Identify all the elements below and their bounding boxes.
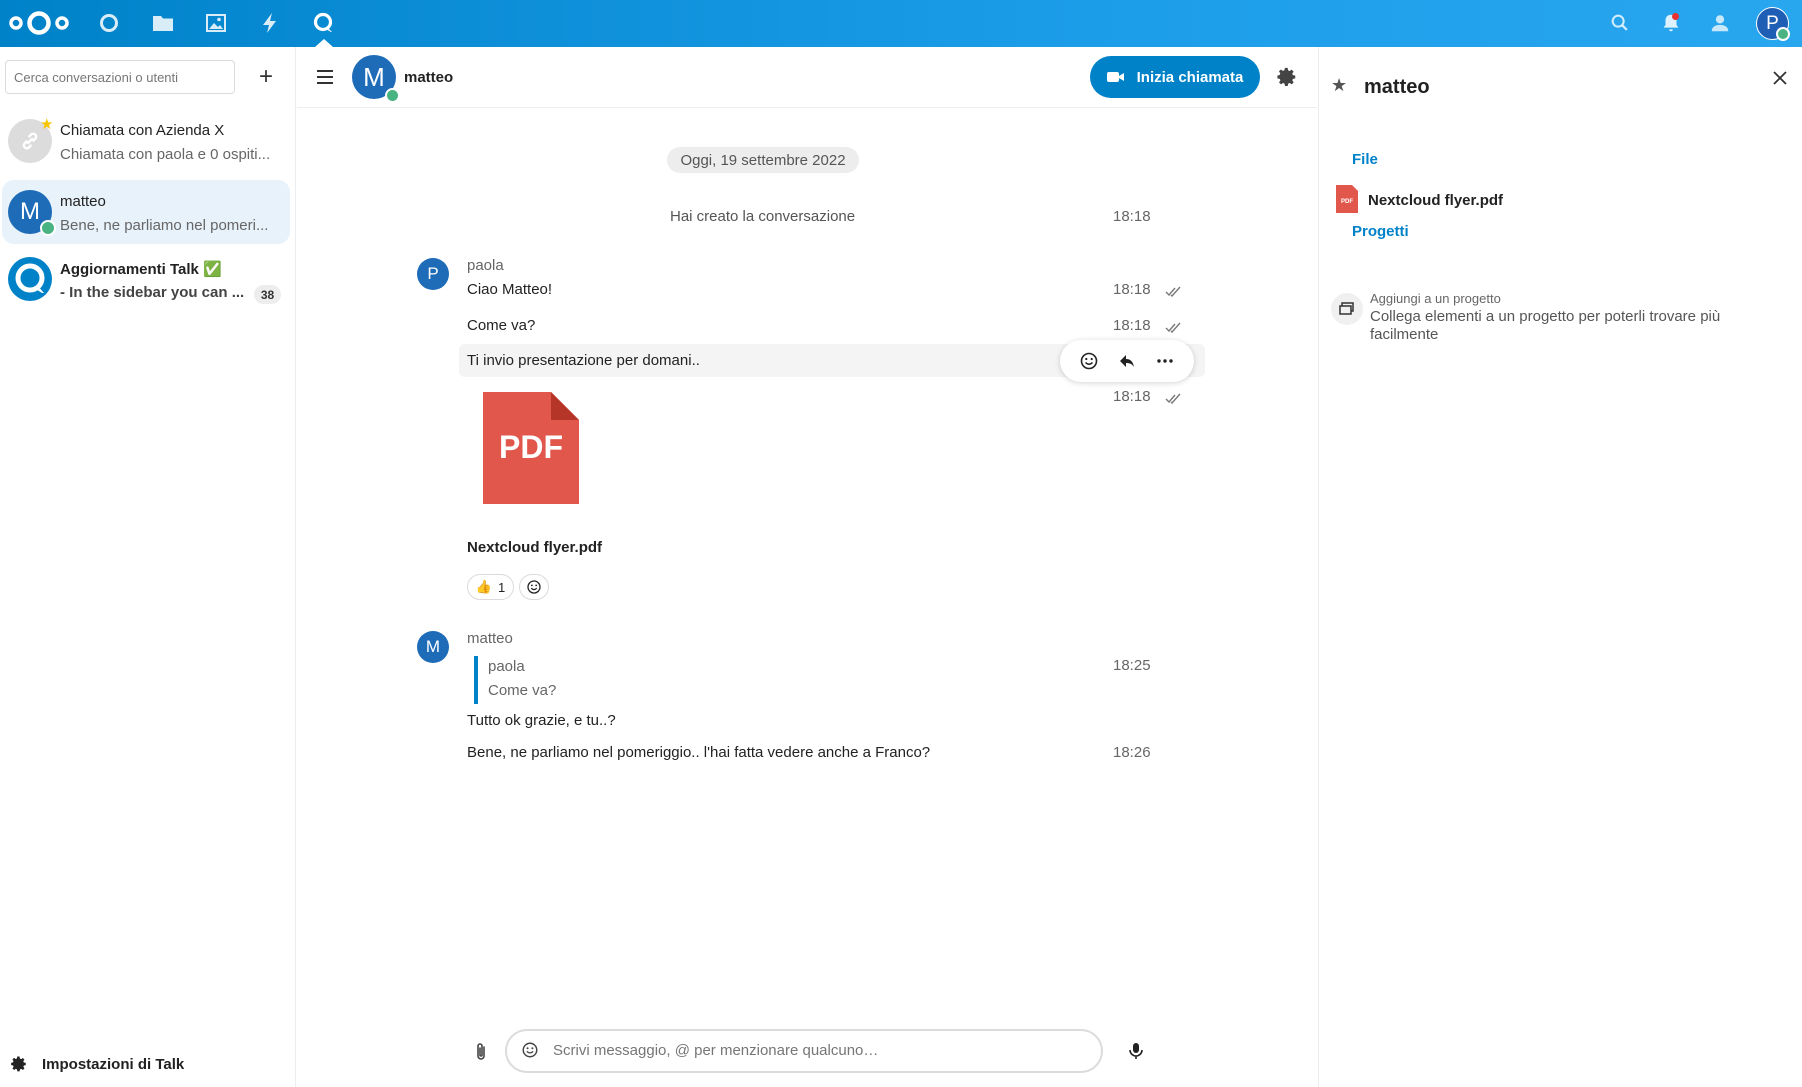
- conversation-preview: - In the sidebar you can ...: [60, 284, 245, 301]
- pdf-icon-label: PDF: [1341, 199, 1353, 205]
- pdf-file-preview[interactable]: PDF: [483, 392, 579, 504]
- top-header: P: [0, 0, 1802, 47]
- quoted-message[interactable]: paola Come va?: [474, 656, 774, 704]
- conversation-preview: Bene, ne parliamo nel pomeri...: [60, 217, 269, 234]
- message-time: 18:18: [1113, 281, 1151, 298]
- message-time: 18:18: [1113, 208, 1151, 225]
- search-conversations-input[interactable]: [5, 60, 235, 94]
- microphone-icon[interactable]: [1127, 1041, 1145, 1061]
- gear-icon: [11, 1056, 26, 1072]
- shared-file-name[interactable]: Nextcloud flyer.pdf: [1368, 192, 1503, 209]
- reaction-count: 1: [497, 579, 506, 595]
- online-status-dot: [385, 88, 400, 103]
- avatar[interactable]: M: [417, 631, 449, 663]
- chat-header: M matteo Inizia chiamata: [297, 47, 1317, 108]
- conversation-item-talk-updates[interactable]: Aggiornamenti Talk ✅ - In the sidebar yo…: [2, 247, 290, 311]
- attachment-file-name[interactable]: Nextcloud flyer.pdf: [467, 539, 602, 556]
- details-title: matteo: [1364, 76, 1430, 98]
- hamburger-menu-icon[interactable]: [315, 67, 335, 87]
- emoji-picker-icon[interactable]: [521, 1041, 539, 1059]
- video-camera-icon: [1106, 72, 1124, 82]
- message-author: paola: [467, 257, 504, 274]
- conversation-sidebar: + ★ Chiamata con Azienda X Chiamata con …: [0, 47, 296, 1087]
- notification-dot: [1672, 13, 1679, 20]
- conversation-settings-gear-icon[interactable]: [1276, 66, 1298, 88]
- conversation-title: matteo: [404, 69, 454, 86]
- project-icon[interactable]: [1331, 293, 1363, 325]
- nextcloud-logo-icon[interactable]: [8, 8, 70, 38]
- contacts-icon[interactable]: [1709, 12, 1731, 34]
- message-input[interactable]: Scrivi messaggio, @ per menzionare qualc…: [505, 1029, 1103, 1073]
- conversation-name: Aggiornamenti Talk ✅: [60, 261, 222, 278]
- quote-text: Come va?: [488, 682, 557, 699]
- talk-avatar: [8, 257, 52, 301]
- photos-icon[interactable]: [204, 11, 228, 35]
- details-sidebar: ★ matteo File PDF Nextcloud flyer.pdf Pr…: [1318, 47, 1802, 1087]
- read-checkmark-icon: [1165, 286, 1181, 298]
- files-icon[interactable]: [151, 11, 175, 35]
- link-icon: [22, 132, 38, 150]
- favorite-star-icon: ★: [40, 116, 54, 133]
- close-icon[interactable]: [1769, 67, 1791, 89]
- message-time: 18:25: [1113, 657, 1151, 674]
- new-conversation-button[interactable]: +: [251, 62, 281, 92]
- more-options-icon[interactable]: [1155, 351, 1175, 371]
- read-checkmark-icon: [1165, 322, 1181, 334]
- add-to-project-label[interactable]: Aggiungi a un progetto: [1370, 291, 1501, 306]
- user-status-online: [1776, 27, 1790, 41]
- add-reaction-button[interactable]: [519, 574, 549, 600]
- unread-count-badge: 38: [254, 285, 281, 304]
- message-input-placeholder: Scrivi messaggio, @ per menzionare qualc…: [553, 1042, 879, 1059]
- thumbs-up-emoji: 👍: [475, 579, 492, 594]
- message-actions-bar: [1060, 340, 1194, 382]
- talk-logo-icon: [15, 263, 45, 293]
- system-message: Hai creato la conversazione: [670, 208, 856, 225]
- date-separator: Oggi, 19 settembre 2022: [667, 147, 859, 173]
- talk-settings-link[interactable]: Impostazioni di Talk: [10, 1055, 184, 1073]
- conversation-item-azienda[interactable]: ★ Chiamata con Azienda X Chiamata con pa…: [2, 109, 290, 173]
- pdf-file-icon: PDF: [1336, 185, 1358, 213]
- avatar[interactable]: P: [417, 258, 449, 290]
- files-section-heading[interactable]: File: [1352, 151, 1378, 168]
- message-text: Ti invio presentazione per domani..: [467, 352, 700, 369]
- start-call-button[interactable]: Inizia chiamata: [1090, 56, 1260, 98]
- projects-section-heading[interactable]: Progetti: [1352, 223, 1409, 240]
- message-time: 18:26: [1113, 744, 1151, 761]
- emoji-icon: [527, 580, 541, 594]
- online-status-dot: [40, 220, 56, 236]
- message-text: Bene, ne parliamo nel pomeriggio.. l'hai…: [467, 744, 931, 761]
- folder-stack-icon: [1339, 302, 1354, 315]
- dashboard-icon[interactable]: [97, 11, 121, 35]
- message-composer: Scrivi messaggio, @ per menzionare qualc…: [297, 1027, 1317, 1087]
- message-author: matteo: [467, 630, 513, 647]
- settings-label: Impostazioni di Talk: [42, 1055, 185, 1073]
- message-time: 18:18: [1113, 388, 1151, 405]
- quote-author: paola: [488, 658, 525, 675]
- talk-icon[interactable]: [311, 11, 335, 35]
- search-icon[interactable]: [1609, 12, 1631, 34]
- favorite-star-icon[interactable]: ★: [1331, 75, 1347, 96]
- conversation-item-matteo[interactable]: M matteo Bene, ne parliamo nel pomeri...: [2, 180, 290, 244]
- conversation-name: Chiamata con Azienda X: [60, 122, 225, 139]
- reaction-thumbs-up[interactable]: 👍 1: [467, 574, 514, 600]
- read-checkmark-icon: [1165, 393, 1181, 405]
- add-reaction-emoji-icon[interactable]: [1079, 351, 1099, 371]
- start-call-label: Inizia chiamata: [1136, 68, 1244, 86]
- active-app-indicator: [315, 39, 333, 47]
- message-text: Tutto ok grazie, e tu..?: [467, 712, 616, 729]
- pdf-label: PDF: [499, 429, 563, 465]
- paperclip-attach-icon[interactable]: [472, 1041, 490, 1063]
- conversation-name: matteo: [60, 193, 106, 210]
- message-text: Come va?: [467, 317, 536, 334]
- message-time: 18:18: [1113, 317, 1151, 334]
- chat-panel: M matteo Inizia chiamata Oggi, 19 settem…: [297, 47, 1317, 1087]
- activity-icon[interactable]: [258, 11, 282, 35]
- reply-icon[interactable]: [1117, 351, 1137, 371]
- conversation-preview: Chiamata con paola e 0 ospiti...: [60, 146, 271, 163]
- projects-description: Collega elementi a un progetto per poter…: [1370, 308, 1721, 343]
- message-text: Ciao Matteo!: [467, 281, 553, 298]
